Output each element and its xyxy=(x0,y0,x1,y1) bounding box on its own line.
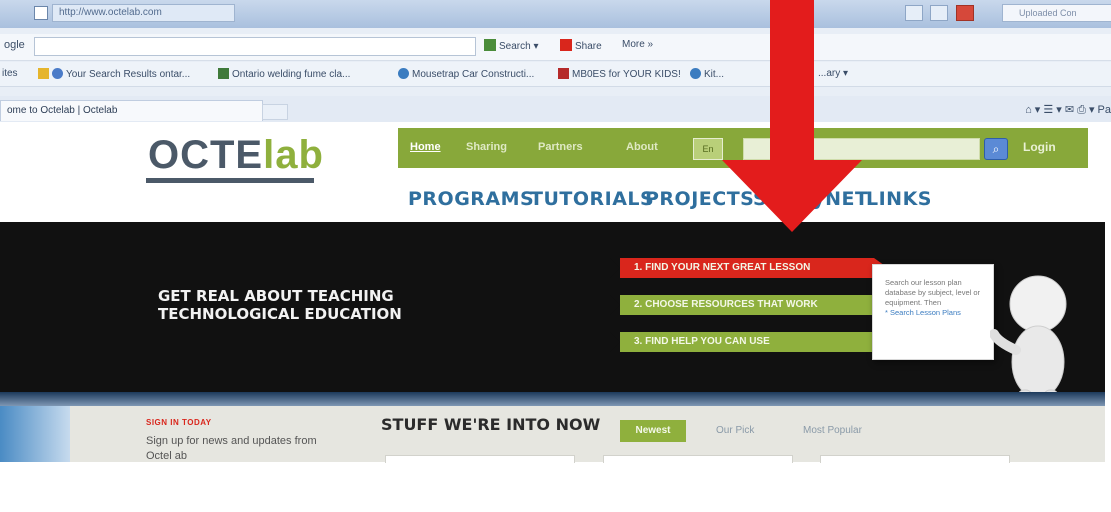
logo-octe: OCTE xyxy=(148,133,264,177)
logo-underline xyxy=(146,178,314,183)
favorite-label: Mousetrap Car Constructi... xyxy=(412,69,535,80)
hero-headline: GET REAL ABOUT TEACHING TECHNOLOGICAL ED… xyxy=(158,287,402,323)
web-page: OCTElab Home Sharing Partners About En ⌕… xyxy=(0,122,1111,463)
tab-most-popular[interactable]: Most Popular xyxy=(803,420,862,442)
search-favicon-icon xyxy=(52,68,63,79)
nav-partners[interactable]: Partners xyxy=(538,141,583,153)
left-accent-decoration xyxy=(0,406,70,462)
nav-home[interactable]: Home xyxy=(410,141,441,153)
board-text: Search our lesson plan database by subje… xyxy=(885,278,981,307)
favorite-label: Kit... xyxy=(704,69,725,80)
browser-search-input[interactable]: Uploaded Con xyxy=(1002,4,1111,22)
favorite-kit[interactable]: Kit... xyxy=(690,68,724,80)
nav-sharing[interactable]: Sharing xyxy=(466,141,507,153)
ie-favicon-icon xyxy=(398,68,409,79)
toolbar-label: ogle xyxy=(4,39,25,51)
step-ribbon-1[interactable]: 1. FIND YOUR NEXT GREAT LESSON xyxy=(610,258,888,278)
lower-section: SIGN IN TODAY Sign up for news and updat… xyxy=(0,406,1105,463)
login-link[interactable]: Login xyxy=(1023,140,1056,154)
favorite-gallery[interactable]: ...ary ▾ xyxy=(818,68,848,79)
command-bar-icons[interactable]: ⌂ ▾ ☰ ▾ ✉ ⎙ ▾ Pa xyxy=(1025,103,1111,117)
toolbar-search-input[interactable] xyxy=(34,37,476,56)
logo-lab: lab xyxy=(263,133,324,177)
tab-our-pick[interactable]: Our Pick xyxy=(716,420,754,442)
signin-text: Sign up for news and updates from Octel … xyxy=(146,435,317,462)
address-field[interactable]: http://www.octelab.com xyxy=(52,4,235,22)
hero-line-2: TECHNOLOGICAL EDUCATION xyxy=(158,305,402,323)
new-tab-button[interactable] xyxy=(262,104,288,120)
search-lesson-plans-link[interactable]: * Search Lesson Plans xyxy=(885,308,985,318)
step-ribbon-2[interactable]: 2. CHOOSE RESOURCES THAT WORK xyxy=(610,295,889,315)
nav-links[interactable]: LINKS xyxy=(866,188,932,210)
favorite-label: Ontario welding fume cla... xyxy=(232,69,351,80)
toolbar-more-button[interactable]: More » xyxy=(622,39,653,50)
octelab-logo[interactable]: OCTElab xyxy=(148,132,324,178)
compat-view-icon[interactable] xyxy=(905,5,923,21)
annotation-arrow-head xyxy=(722,160,862,232)
address-bar-row: http://www.octelab.com Uploaded Con xyxy=(0,0,1111,28)
nav-tutorials[interactable]: TUTORIALS xyxy=(530,188,654,210)
nav-about[interactable]: About xyxy=(626,141,658,153)
annotation-arrow-shaft xyxy=(770,0,814,162)
share-icon xyxy=(560,39,572,51)
toolbar-search-button[interactable]: Search ▾ xyxy=(484,39,539,52)
info-board: Search our lesson plan database by subje… xyxy=(872,264,994,360)
ontario-favicon-icon xyxy=(218,68,229,79)
mb-favicon-icon xyxy=(558,68,569,79)
favorite-ontario-welding[interactable]: Ontario welding fume cla... xyxy=(218,68,350,80)
hero-line-1: GET REAL ABOUT TEACHING xyxy=(158,287,394,305)
favorites-bar: ites Your Search Results ontar... Ontari… xyxy=(0,62,1111,87)
favorite-mousetrap-car[interactable]: Mousetrap Car Constructi... xyxy=(398,68,534,80)
favorite-label: MB0ES for YOUR KIDS! xyxy=(572,69,681,80)
favorite-your-search-results[interactable]: Your Search Results ontar... xyxy=(38,68,190,80)
step-label: 1. FIND YOUR NEXT GREAT LESSON xyxy=(634,262,811,273)
favorite-mbies[interactable]: MB0ES for YOUR KIDS! xyxy=(558,68,681,80)
tab-newest[interactable]: Newest xyxy=(620,420,686,442)
step-label: 3. FIND HELP YOU CAN USE xyxy=(634,336,770,347)
google-toolbar: ogle Search ▾ Share More » xyxy=(0,34,1111,61)
search-icon[interactable]: ⌕ xyxy=(984,138,1008,160)
favorites-label: ites xyxy=(2,68,18,79)
favorite-label: Your Search Results ontar... xyxy=(66,69,191,80)
tab-bar: ome to Octelab | Octelab ⌂ ▾ ☰ ▾ ✉ ⎙ ▾ P… xyxy=(0,96,1111,123)
toolbar-share-button[interactable]: Share xyxy=(560,39,602,52)
address-buttons xyxy=(905,5,995,21)
stop-icon[interactable] xyxy=(955,5,974,21)
step-ribbon-3[interactable]: 3. FIND HELP YOU CAN USE xyxy=(610,332,889,352)
house-icon xyxy=(38,68,49,79)
toolbar-search-label: Search xyxy=(499,41,531,52)
page-icon xyxy=(34,6,48,20)
hero-bottom-bar xyxy=(0,392,1105,406)
search-icon xyxy=(484,39,496,51)
toolbar-share-label: Share xyxy=(575,41,602,52)
nav-programs[interactable]: PROGRAMS xyxy=(408,188,534,210)
browser-chrome: http://www.octelab.com Uploaded Con ogle… xyxy=(0,0,1111,123)
ie-favicon-icon xyxy=(690,68,701,79)
hero-banner: GET REAL ABOUT TEACHING TECHNOLOGICAL ED… xyxy=(0,222,1105,462)
signin-title: SIGN IN TODAY xyxy=(146,418,212,427)
language-toggle[interactable]: En xyxy=(693,138,723,160)
stuff-title: STUFF WE'RE INTO NOW xyxy=(381,415,601,434)
refresh-icon[interactable] xyxy=(930,5,949,21)
favorite-label: ...ary xyxy=(818,68,841,79)
step-label: 2. CHOOSE RESOURCES THAT WORK xyxy=(634,299,818,310)
tab-octelab[interactable]: ome to Octelab | Octelab xyxy=(0,100,263,121)
